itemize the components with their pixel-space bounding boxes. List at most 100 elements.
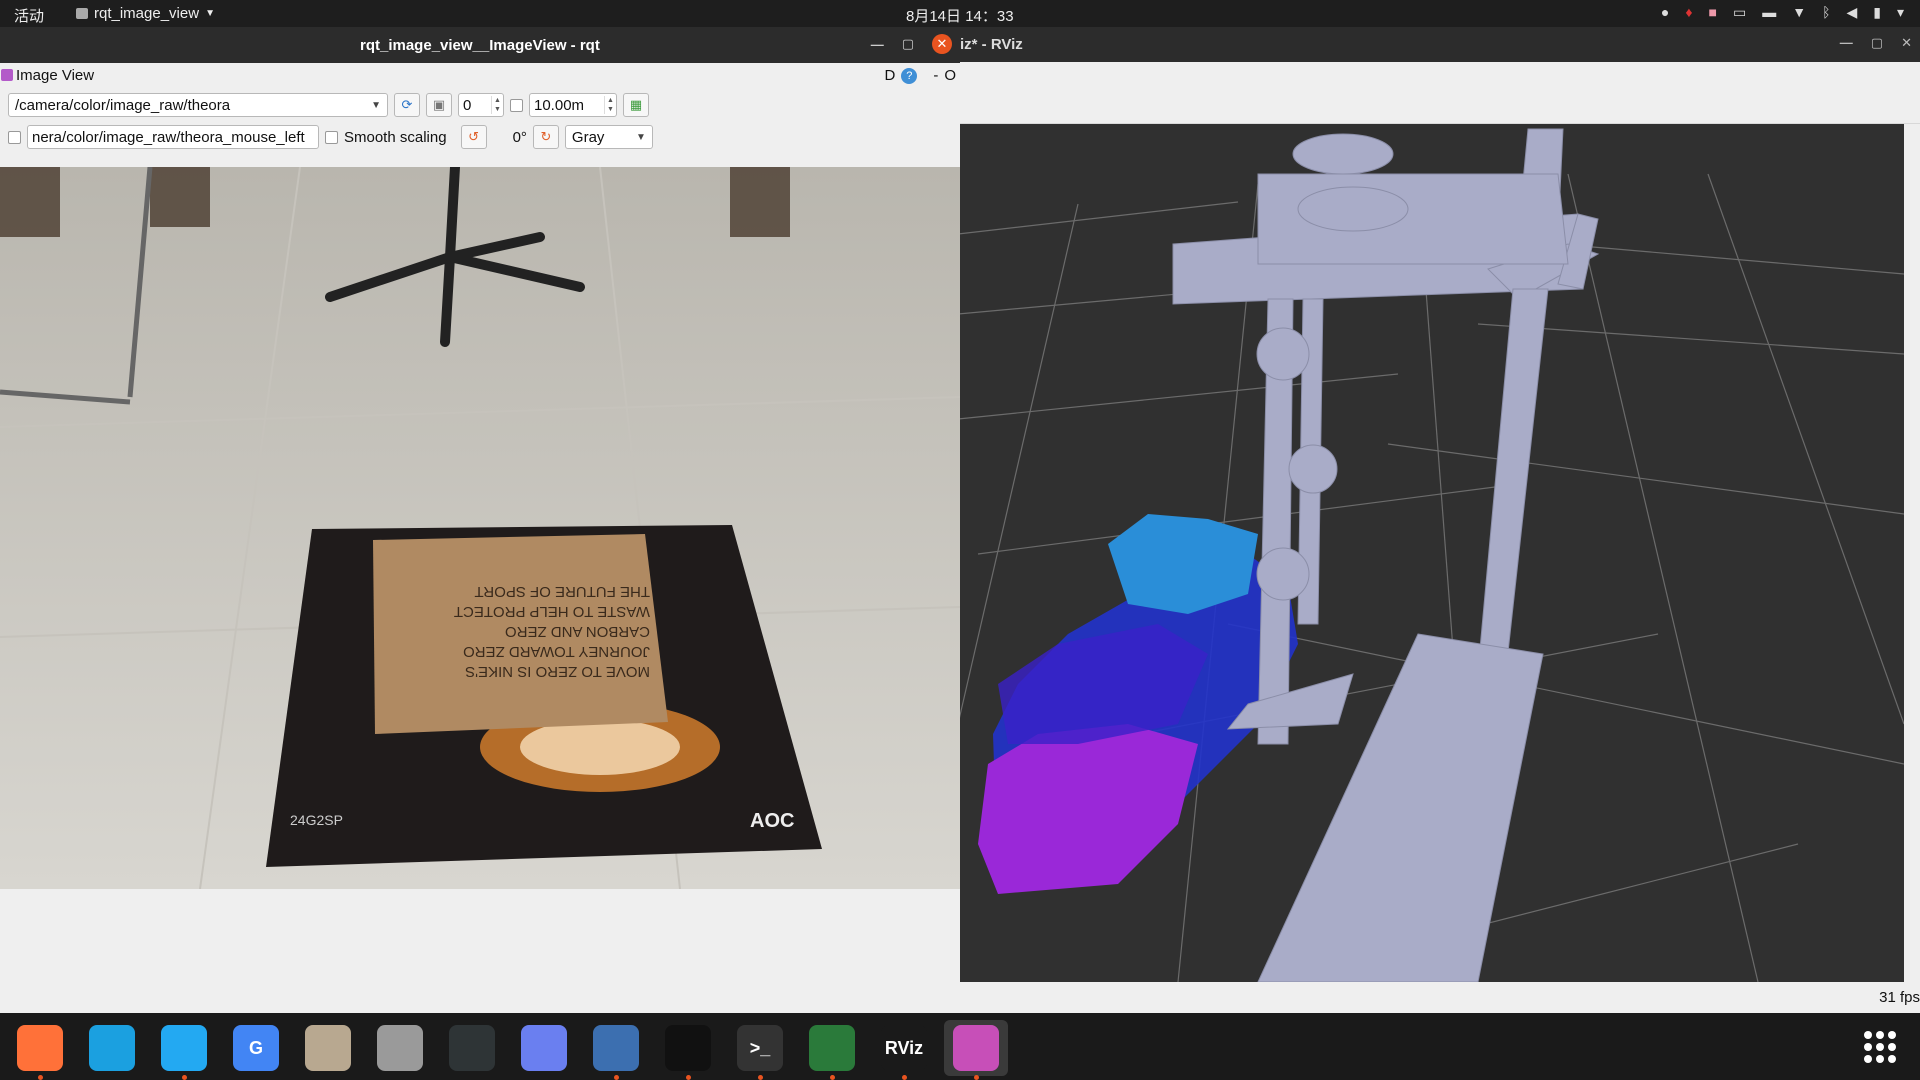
dock-app-translate[interactable]: G bbox=[224, 1020, 288, 1076]
dock-app-screenshot[interactable] bbox=[512, 1020, 576, 1076]
chevron-down-icon[interactable]: ▾ bbox=[1897, 4, 1904, 21]
help-icon[interactable]: ? bbox=[901, 67, 918, 84]
app-menu-icon bbox=[76, 8, 88, 19]
close-icon[interactable]: ✕ bbox=[932, 34, 952, 54]
mouse-topic-value: nera/color/image_raw/theora_mouse_left bbox=[32, 128, 305, 146]
publish-click-checkbox[interactable] bbox=[8, 130, 21, 144]
maximize-icon[interactable]: ▢ bbox=[1871, 35, 1883, 51]
dock-app-edge[interactable] bbox=[80, 1020, 144, 1076]
chevron-down-icon: ▼ bbox=[205, 8, 215, 19]
rviz-titlebar[interactable]: iz* - RViz — ▢ ✕ bbox=[958, 27, 1920, 62]
save-image-button[interactable]: ▦ bbox=[623, 93, 649, 117]
rviz-title: iz* - RViz bbox=[960, 36, 1023, 53]
num-gridlines-spinbox[interactable]: 0 ▲ ▼ bbox=[458, 93, 504, 117]
dock-close-button[interactable]: O bbox=[944, 67, 956, 84]
maximize-icon[interactable]: ▢ bbox=[902, 36, 914, 52]
dock-app-image-viewer[interactable] bbox=[944, 1020, 1008, 1080]
rviz-icon: RViz bbox=[881, 1025, 927, 1071]
dock-title: Image View bbox=[16, 67, 95, 84]
clash-icon bbox=[593, 1025, 639, 1071]
refresh-topics-button[interactable]: ⟳ bbox=[394, 93, 420, 117]
toolbar-row-2: nera/color/image_raw/theora_mouse_left S… bbox=[8, 125, 653, 149]
mouse-topic-field[interactable]: nera/color/image_raw/theora_mouse_left bbox=[27, 125, 319, 149]
dock-app-firefox[interactable] bbox=[8, 1020, 72, 1080]
camera-scene: 24G2SP AOC MOVE TO ZERO IS NIKE'S JOURNE… bbox=[0, 167, 960, 889]
image-viewer-icon bbox=[953, 1025, 999, 1071]
translate-icon: G bbox=[233, 1025, 279, 1071]
spin-arrows-icon[interactable]: ▲ ▼ bbox=[604, 96, 616, 114]
minimize-icon[interactable]: — bbox=[1840, 35, 1853, 51]
dock-app-system-monitor[interactable] bbox=[440, 1020, 504, 1076]
rviz-statusbar: 31 fps bbox=[958, 982, 1920, 1013]
running-indicator bbox=[757, 1075, 763, 1080]
topic-combobox[interactable]: /camera/color/image_raw/theora ▼ bbox=[8, 93, 388, 117]
tray-red-icon[interactable]: ♦ bbox=[1685, 4, 1692, 21]
tray-cat-icon[interactable]: ■ bbox=[1709, 4, 1717, 21]
svg-text:JOURNEY TOWARD ZERO: JOURNEY TOWARD ZERO bbox=[463, 643, 650, 660]
svg-text:MOVE TO ZERO IS NIKE'S: MOVE TO ZERO IS NIKE'S bbox=[465, 663, 650, 680]
dock-app-clash[interactable] bbox=[584, 1020, 648, 1080]
camera-icon bbox=[809, 1025, 855, 1071]
dock-app-rviz[interactable]: RViz bbox=[872, 1020, 936, 1080]
rviz-scene bbox=[958, 128, 1904, 982]
rqt-titlebar[interactable]: rqt_image_view__ImageView - rqt — ▢ ✕ bbox=[0, 27, 960, 63]
activities-button[interactable]: 活动 bbox=[14, 5, 44, 26]
app-menu[interactable]: rqt_image_view ▼ bbox=[76, 5, 215, 22]
minimize-icon[interactable]: — bbox=[871, 37, 884, 52]
rotate-right-button[interactable]: ↻ bbox=[532, 125, 559, 149]
rviz-3d-viewport[interactable] bbox=[958, 124, 1904, 982]
rviz-side-panel-handle[interactable] bbox=[1904, 124, 1920, 982]
rotate-left-button[interactable]: ↺ bbox=[460, 125, 487, 149]
wifi-icon[interactable]: ▼ bbox=[1792, 4, 1806, 21]
camera-image[interactable]: 24G2SP AOC MOVE TO ZERO IS NIKE'S JOURNE… bbox=[0, 167, 960, 889]
monitor-model-label: 24G2SP bbox=[290, 812, 343, 828]
dock-app-qq[interactable] bbox=[656, 1020, 720, 1080]
rqt-title: rqt_image_view__ImageView - rqt bbox=[360, 37, 600, 54]
rviz-window: iz* - RViz — ▢ ✕ 31 fps bbox=[958, 27, 1920, 1013]
smooth-scaling-checkbox[interactable] bbox=[325, 130, 338, 144]
files-icon bbox=[305, 1025, 351, 1071]
show-apps-grid-icon[interactable] bbox=[1864, 1031, 1896, 1063]
system-monitor-icon bbox=[449, 1025, 495, 1071]
dock-app-terminal[interactable]: >_ bbox=[728, 1020, 792, 1080]
running-indicator bbox=[829, 1075, 835, 1080]
qq-icon bbox=[665, 1025, 711, 1071]
running-indicator bbox=[181, 1075, 187, 1080]
spin-arrows-icon[interactable]: ▲ ▼ bbox=[491, 96, 503, 114]
chevron-down-icon: ▼ bbox=[636, 131, 646, 143]
battery-icon[interactable]: ▮ bbox=[1873, 4, 1881, 21]
dock-app-settings[interactable] bbox=[368, 1020, 432, 1076]
dock-app-camera[interactable] bbox=[800, 1020, 864, 1080]
settings-icon bbox=[377, 1025, 423, 1071]
running-indicator bbox=[901, 1075, 907, 1080]
fps-readout: 31 fps bbox=[1879, 989, 1920, 1006]
svg-text:THE FUTURE OF SPORT: THE FUTURE OF SPORT bbox=[474, 583, 650, 600]
tray-screen-icon[interactable]: ▭ bbox=[1733, 4, 1746, 21]
chevron-down-icon: ▼ bbox=[371, 99, 381, 111]
dock-app-vscode[interactable] bbox=[152, 1020, 216, 1080]
system-tray[interactable]: ● ♦ ■ ▭ ▬ ▼ ᛒ ◀ ▮ ▾ bbox=[1661, 4, 1904, 21]
svg-text:WASTE TO HELP PROTECT: WASTE TO HELP PROTECT bbox=[454, 603, 650, 620]
image-view-plugin-icon bbox=[1, 69, 13, 81]
close-icon[interactable]: ✕ bbox=[1901, 35, 1912, 51]
rqt-window: rqt_image_view__ImageView - rqt — ▢ ✕ Im… bbox=[0, 27, 960, 1013]
tray-app-icon[interactable]: ● bbox=[1661, 4, 1669, 21]
rviz-toolbar bbox=[958, 62, 1920, 124]
dynamic-range-checkbox[interactable] bbox=[510, 98, 523, 112]
dock-d-button[interactable]: D bbox=[884, 67, 895, 84]
clock[interactable]: 8月14日 14：33 bbox=[906, 5, 1014, 26]
firefox-icon bbox=[17, 1025, 63, 1071]
color-scheme-combobox[interactable]: Gray ▼ bbox=[564, 125, 653, 149]
vscode-icon bbox=[161, 1025, 207, 1071]
volume-icon[interactable]: ◀ bbox=[1846, 4, 1857, 21]
top-bar: 活动 rqt_image_view ▼ 8月14日 14：33 ● ♦ ■ ▭ … bbox=[0, 0, 1920, 27]
dock-app-files[interactable] bbox=[296, 1020, 360, 1076]
max-range-spinbox[interactable]: 10.00m ▲ ▼ bbox=[529, 93, 617, 117]
running-indicator bbox=[973, 1075, 979, 1080]
zoom-1-button[interactable]: ▣ bbox=[426, 93, 452, 117]
monitor-brand-label: AOC bbox=[750, 810, 794, 832]
dock-minus-button[interactable]: - bbox=[933, 67, 938, 84]
keyboard-icon[interactable]: ▬ bbox=[1762, 4, 1776, 21]
bluetooth-icon[interactable]: ᛒ bbox=[1822, 4, 1830, 21]
terminal-icon: >_ bbox=[737, 1025, 783, 1071]
